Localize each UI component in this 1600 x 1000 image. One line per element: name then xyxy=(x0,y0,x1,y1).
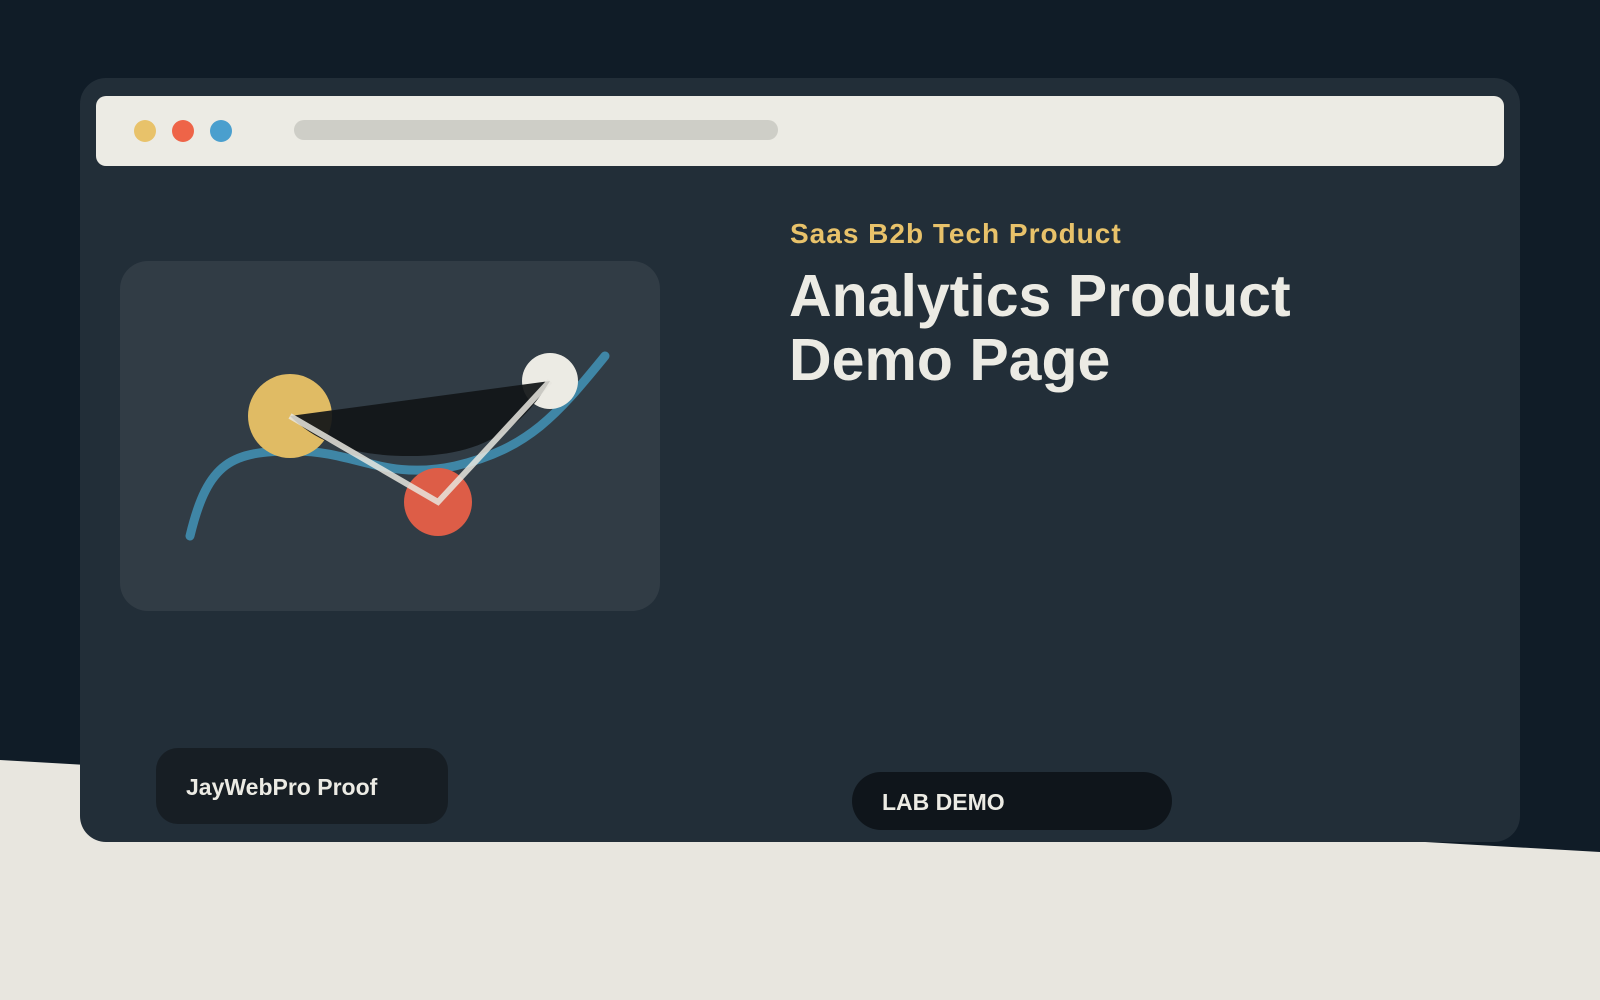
lab-demo-badge-label: LAB DEMO xyxy=(882,789,1005,815)
page-title-line-2: Demo Page xyxy=(789,327,1111,393)
analytics-illustration xyxy=(120,261,660,611)
proof-badge-label: JayWebPro Proof xyxy=(186,774,378,800)
window-dot-red[interactable] xyxy=(172,120,194,142)
analytics-graphic xyxy=(185,351,610,541)
address-bar[interactable] xyxy=(294,120,778,140)
browser-toolbar xyxy=(96,96,1504,166)
window-dot-blue[interactable] xyxy=(210,120,232,142)
browser-window: Saas B2b Tech Product Analytics Product … xyxy=(80,78,1520,842)
page-title: Analytics Product Demo Page xyxy=(789,264,1429,392)
window-dot-yellow[interactable] xyxy=(134,120,156,142)
page-title-line-1: Analytics Product xyxy=(789,263,1291,329)
eyebrow-label: Saas B2b Tech Product xyxy=(790,218,1122,249)
lab-demo-badge[interactable]: LAB DEMO xyxy=(852,772,1172,830)
proof-badge[interactable]: JayWebPro Proof xyxy=(156,748,448,824)
